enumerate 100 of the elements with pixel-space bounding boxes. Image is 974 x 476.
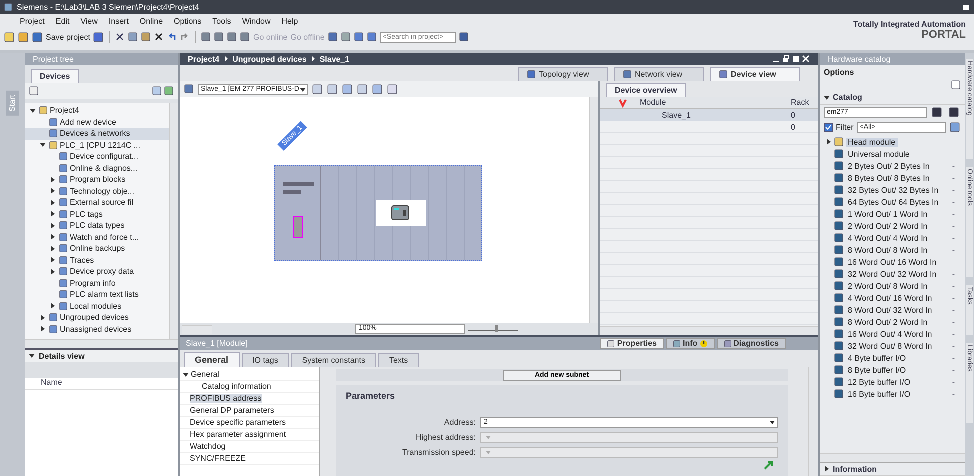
expanded-arrow-icon[interactable]: [183, 372, 189, 378]
tree-item-label[interactable]: Online & diagnos...: [70, 164, 138, 173]
nav-item[interactable]: Watchdog: [190, 442, 226, 451]
property-tab[interactable]: IO tags: [242, 353, 290, 367]
nav-item[interactable]: Device specific parameters: [190, 418, 286, 427]
tree-item-label[interactable]: Local modules: [70, 302, 122, 311]
menu-item[interactable]: Project: [20, 16, 45, 26]
expanded-arrow-icon[interactable]: [40, 142, 46, 148]
table-row[interactable]: 0: [600, 121, 818, 133]
expanded-arrow-icon[interactable]: [29, 353, 35, 359]
delete-icon[interactable]: [154, 32, 164, 42]
restore-icon[interactable]: [782, 55, 790, 63]
device-overview-tab[interactable]: Device overview: [606, 83, 686, 97]
tree-item-label[interactable]: Technology obje...: [70, 186, 134, 196]
catalog-item[interactable]: 8 Bytes Out/ 8 Bytes In: [846, 174, 932, 182]
menu-item[interactable]: Insert: [108, 16, 129, 26]
catalog-item[interactable]: 16 Word Out/ 4 Word In: [846, 330, 934, 338]
maximize-icon[interactable]: [792, 55, 800, 63]
dropdown-arrow-icon[interactable]: [768, 418, 777, 427]
tree-item-label[interactable]: Online backups: [70, 244, 126, 254]
collapsed-arrow-icon[interactable]: [40, 326, 46, 332]
collapsed-arrow-icon[interactable]: [50, 176, 56, 183]
catalog-item[interactable]: 8 Word Out/ 2 Word In: [846, 318, 930, 326]
collapsed-arrow-icon[interactable]: [50, 303, 56, 310]
tree-item-label[interactable]: Add new device: [60, 118, 116, 127]
catalog-item[interactable]: 12 Byte buffer I/O: [846, 378, 913, 386]
tree-item-label[interactable]: Ungrouped devices: [60, 313, 129, 322]
nav-item[interactable]: Hex parameter assignment: [190, 430, 286, 439]
close-icon[interactable]: [802, 55, 810, 63]
tree-item-label[interactable]: Device proxy data: [70, 267, 134, 276]
catalog-item[interactable]: 16 Byte buffer I/O: [846, 390, 913, 398]
menu-item[interactable]: View: [80, 16, 98, 26]
view-tab[interactable]: Topology view: [518, 67, 608, 81]
property-tab[interactable]: General: [184, 352, 240, 367]
arrow-icon[interactable]: [764, 460, 774, 470]
scrollbar[interactable]: [600, 326, 818, 335]
devices-tab[interactable]: Devices: [31, 69, 80, 83]
collapsed-arrow-icon[interactable]: [50, 234, 56, 240]
tree-item-label[interactable]: Unassigned devices: [60, 324, 132, 334]
tree-item-label[interactable]: PLC data types: [70, 221, 125, 230]
nav-item[interactable]: Catalog information: [202, 382, 272, 391]
breadcrumb-item[interactable]: Slave_1: [320, 54, 350, 64]
cut-icon[interactable]: [115, 32, 126, 42]
nav-item[interactable]: PROFIBUS address: [190, 394, 262, 403]
tree-item-label[interactable]: Project4: [50, 106, 80, 116]
scrollbar[interactable]: [820, 453, 965, 462]
tree-item-label[interactable]: Device configurat...: [70, 152, 138, 162]
tree-item-label[interactable]: PLC alarm text lists: [70, 290, 139, 300]
catalog-item[interactable]: 8 Word Out/ 8 Word In: [846, 246, 930, 254]
nav-item[interactable]: SYNC/FREEZE: [190, 454, 246, 463]
nav-item[interactable]: General: [191, 370, 220, 379]
view-tab[interactable]: Device view: [710, 67, 800, 81]
collapsed-arrow-icon[interactable]: [50, 257, 56, 264]
catalog-item[interactable]: 4 Word Out/ 16 Word In: [846, 294, 934, 302]
module-card[interactable]: [376, 200, 426, 226]
tree-item-label[interactable]: Traces: [70, 256, 94, 265]
collapsed-arrow-icon[interactable]: [824, 466, 830, 472]
expanded-arrow-icon[interactable]: [824, 94, 830, 100]
tree-item-label[interactable]: Program blocks: [70, 175, 126, 184]
catalog-item[interactable]: 4 Byte buffer I/O: [846, 354, 908, 362]
redo-icon[interactable]: [180, 32, 190, 42]
catalog-item[interactable]: Universal module: [846, 150, 912, 158]
breadcrumb-item[interactable]: Project4: [188, 54, 220, 64]
catalog-item[interactable]: 32 Word Out/ 8 Word In: [846, 342, 934, 350]
menu-item[interactable]: Options: [174, 16, 202, 26]
catalog-item[interactable]: 64 Bytes Out/ 64 Bytes In: [846, 198, 941, 206]
filter-checkbox[interactable]: [824, 122, 833, 132]
collapsed-arrow-icon[interactable]: [50, 188, 56, 194]
collapsed-arrow-icon[interactable]: [826, 139, 832, 145]
catalog-item[interactable]: 2 Word Out/ 8 Word In: [846, 282, 930, 290]
tree-item-label[interactable]: Program info: [70, 278, 116, 288]
catalog-item[interactable]: 16 Word Out/ 16 Word In: [846, 258, 939, 266]
collapsed-arrow-icon[interactable]: [50, 246, 56, 252]
scrollbar[interactable]: [169, 103, 178, 339]
menu-item[interactable]: Window: [242, 16, 271, 26]
nav-item[interactable]: General DP parameters: [190, 406, 274, 415]
collapsed-arrow-icon[interactable]: [50, 200, 56, 206]
slider-thumb[interactable]: [494, 325, 498, 332]
property-tab[interactable]: System constants: [291, 353, 376, 367]
rack-drawing[interactable]: [274, 165, 482, 261]
table-row[interactable]: Slave_1 0: [600, 109, 818, 121]
scrollbar[interactable]: [589, 97, 598, 323]
zoom-slider[interactable]: [468, 323, 518, 331]
menu-item[interactable]: Online: [140, 16, 164, 26]
scrollbar[interactable]: [182, 324, 212, 334]
view-tab[interactable]: Network view: [614, 67, 704, 81]
panel-tab[interactable]: Diagnostics: [716, 338, 786, 349]
expanded-arrow-icon[interactable]: [30, 108, 36, 114]
catalog-item[interactable]: 2 Bytes Out/ 2 Bytes In: [846, 162, 932, 170]
collapsed-arrow-icon[interactable]: [50, 211, 56, 218]
panel-tab[interactable]: Info: [666, 338, 715, 349]
menu-item[interactable]: Help: [282, 16, 298, 26]
catalog-item[interactable]: 32 Word Out/ 32 Word In: [846, 270, 939, 278]
restore-icon[interactable]: [962, 3, 970, 11]
property-tab[interactable]: Texts: [378, 353, 420, 367]
catalog-item[interactable]: Head module: [846, 138, 898, 146]
save-project-button[interactable]: Save project: [46, 32, 90, 42]
catalog-item[interactable]: 4 Word Out/ 4 Word In: [846, 234, 930, 242]
scrollbar[interactable]: [25, 339, 178, 348]
undo-icon[interactable]: [167, 32, 178, 42]
